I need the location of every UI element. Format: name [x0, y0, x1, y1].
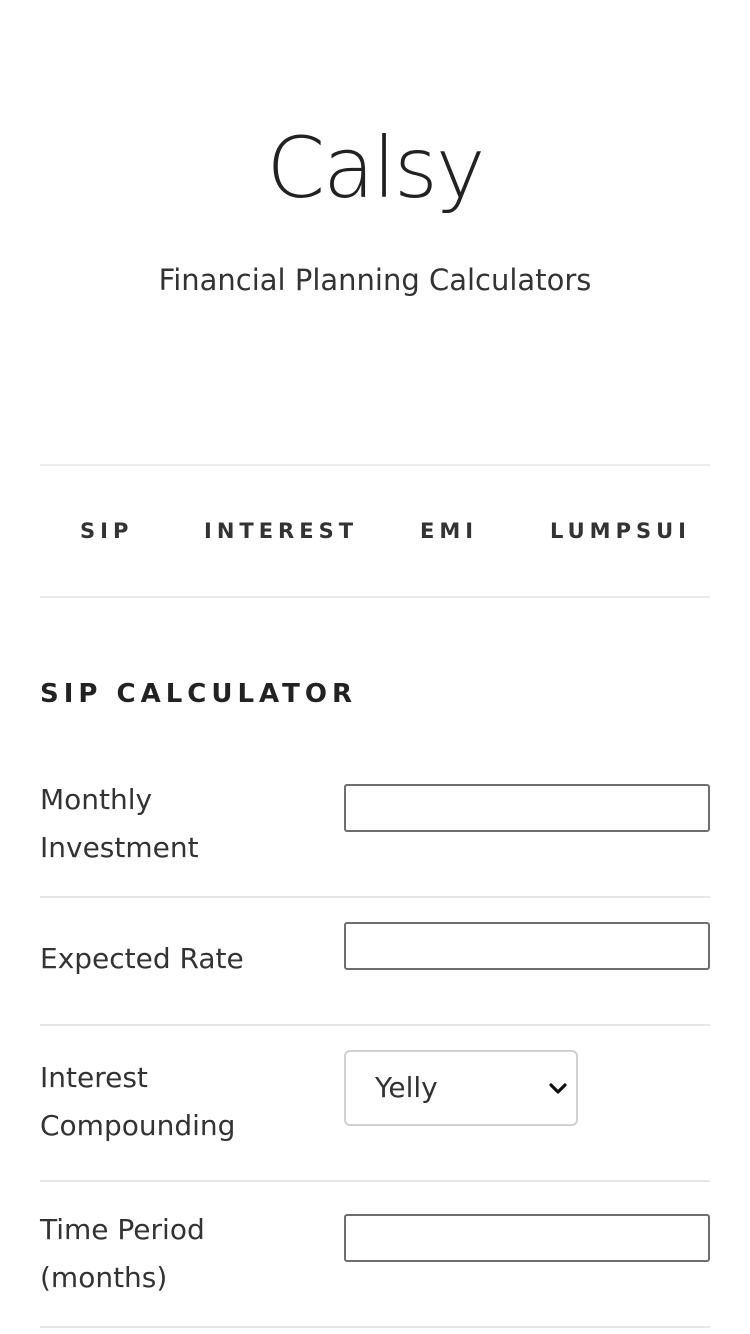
interest-compounding-value: Yelly [375, 1071, 438, 1104]
app-title: Calsy [266, 119, 486, 217]
interest-compounding-select[interactable]: Yelly [344, 1050, 578, 1126]
tab-interest[interactable]: INTEREST [204, 518, 358, 544]
tab-sip[interactable]: SIP [80, 518, 133, 544]
form-row-time-period: Time Period (months) [40, 1182, 710, 1328]
app-subtitle: Financial Planning Calculators [158, 263, 592, 297]
monthly-investment-label: Monthly Investment [40, 783, 199, 864]
form-row-expected-rate: Expected Rate [40, 898, 710, 1026]
time-period-label: Time Period (months) [40, 1213, 205, 1294]
form-row-monthly-investment: Monthly Investment [40, 762, 710, 898]
time-period-input[interactable] [344, 1214, 710, 1262]
expected-rate-input[interactable] [344, 922, 710, 970]
page: Calsy Financial Planning Calculators SIP… [0, 0, 750, 1334]
tab-lumpsum[interactable]: LUMPSUI [550, 518, 691, 544]
form-row-interest-compounding: Interest Compounding Yelly [40, 1026, 710, 1182]
chevron-down-icon [549, 1083, 567, 1094]
interest-compounding-label: Interest Compounding [40, 1061, 236, 1142]
calculator-title: SIP CALCULATOR [40, 679, 357, 709]
monthly-investment-input[interactable] [344, 784, 710, 832]
calculator-tabs: SIP INTEREST EMI LUMPSUI [40, 464, 710, 598]
tab-emi[interactable]: EMI [420, 518, 478, 544]
expected-rate-label: Expected Rate [40, 942, 244, 975]
